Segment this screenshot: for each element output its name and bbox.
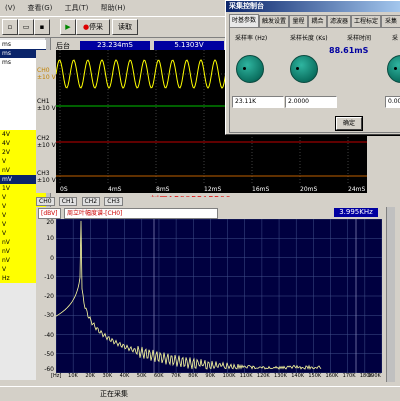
sample-time-value: 88.61mS — [329, 46, 368, 55]
tab-ch2[interactable]: CH2 — [82, 197, 101, 206]
spectrum-header: [dBV] 周立叶幅度谱-[CH0] 3.995KHz — [36, 207, 382, 219]
right-scrollbar[interactable] — [386, 207, 395, 382]
menu-item-tools[interactable]: 工具(T) — [60, 0, 94, 13]
ok-button[interactable]: 确定 — [336, 117, 362, 130]
channel-tabs: CH0 CH1 CH2 CH3 — [36, 197, 366, 206]
tab-filter[interactable]: 滤波器 — [327, 15, 351, 27]
ch3-range: ±10 V — [37, 177, 56, 184]
spectrum-x-tick: [Hz] — [51, 373, 61, 379]
spectrum-x-tick: 100K — [223, 373, 236, 379]
spectrum-y-tick: 10 — [46, 235, 54, 242]
scope-x-tick: 16mS — [252, 186, 269, 193]
new-icon[interactable]: ▫ — [2, 19, 18, 35]
stop-label: 停采 — [89, 23, 103, 31]
save-icon[interactable]: ▪ — [34, 19, 50, 35]
menu-item-help[interactable]: 帮助(H) — [96, 0, 131, 13]
sample-rate-knob[interactable] — [236, 55, 264, 83]
acquisition-control-dialog[interactable]: 采集控制台 时基参数 触发设置 量程 耦合 滤波器 工程标定 采集 采样率 (H… — [225, 0, 400, 135]
spectrum-x-tick: 40K — [120, 373, 130, 379]
read-button[interactable]: 读取 — [112, 19, 138, 35]
dialog-title: 采集控制台 — [226, 1, 400, 12]
spectrum-y-tick: -10 — [44, 274, 54, 281]
scope-x-tick: 12mS — [204, 186, 221, 193]
tab-calibration[interactable]: 工程标定 — [351, 15, 381, 27]
status-bar: 正在采集 — [0, 386, 400, 401]
open-icon[interactable]: ▭ — [18, 19, 34, 35]
spectrum-y-tick: 20 — [46, 219, 54, 226]
channel-labels: CH0 ±10 V CH1 ±10 V CH2 ±10 V CH3 ±10 V — [36, 50, 56, 193]
sample-rate-label: 采样率 (Hz) — [235, 33, 267, 42]
stop-button[interactable]: ●停采 — [76, 19, 110, 35]
spectrum-x-tick: 160K — [326, 373, 339, 379]
status-text: 正在采集 — [100, 389, 128, 399]
sample-rate-input[interactable]: 23.11K — [232, 96, 284, 108]
dialog-body: 采样率 (Hz) 采样长度 (Ks) 采样时间 采 88.61mS 23.11K… — [229, 27, 400, 133]
spectrum-y-tick: -20 — [44, 293, 54, 300]
ch1-name: CH1 — [37, 98, 50, 105]
spectrum-x-tick: 130K — [274, 373, 287, 379]
spectrum-y-axis: 20 10 0 -10 -20 -30 -40 -50 -60 — [36, 219, 56, 373]
tab-coupling[interactable]: 耦合 — [308, 15, 327, 27]
ch3-name: CH3 — [37, 170, 50, 177]
tab-acquisition[interactable]: 采集 — [381, 15, 400, 27]
spectrum-x-tick: 150K — [308, 373, 321, 379]
spectrum-x-tick: 140K — [291, 373, 304, 379]
tab-ch0[interactable]: CH0 — [36, 197, 55, 206]
spectrum-y-tick: -40 — [44, 332, 54, 339]
menu-item-view-v[interactable]: (V) — [0, 1, 20, 12]
tab-timebase[interactable]: 时基参数 — [229, 14, 259, 27]
spectrum-x-tick: 190K — [368, 373, 381, 379]
spectrum-y-tick: -60 — [44, 366, 54, 373]
scope-x-tick: 24mS — [348, 186, 365, 193]
time-readout: 23.234mS — [80, 41, 150, 50]
frequency-readout: 3.995KHz — [334, 208, 378, 217]
start-icon[interactable]: ▶ — [60, 19, 76, 35]
extra-knob[interactable] — [387, 55, 400, 83]
spectrum-x-tick: 20K — [85, 373, 95, 379]
extra-label: 采 — [392, 33, 398, 42]
spectrum-x-axis: [Hz] 10K 20K 30K 40K 50K 60K 70K 80K 90K 100K 110K 1… — [36, 373, 382, 382]
spectrum-display[interactable] — [56, 219, 382, 373]
tab-range[interactable]: 量程 — [289, 15, 308, 27]
spectrum-x-tick: 170K — [343, 373, 356, 379]
amplitude-readout: 5.1303V — [154, 41, 224, 50]
spectrum-x-tick: 110K — [240, 373, 253, 379]
ch0-name: CH0 — [37, 67, 50, 74]
ch1-range: ±10 V — [37, 105, 56, 112]
scope-x-tick: 0S — [60, 186, 68, 193]
sample-length-knob[interactable] — [290, 55, 318, 83]
spectrum-x-tick: 90K — [205, 373, 215, 379]
sample-length-input[interactable]: 2.0000 — [285, 96, 337, 108]
menu-item-view[interactable]: 查看(G) — [23, 0, 58, 13]
spectrum-unit: [dBV] — [38, 208, 61, 219]
scope-x-tick: 4mS — [108, 186, 122, 193]
spectrum-x-tick: 30K — [102, 373, 112, 379]
spectrum-title: 周立叶幅度谱-[CH0] — [64, 208, 218, 219]
ch0-range: ±10 V — [37, 74, 56, 81]
sample-time-label: 采样时间 — [347, 33, 371, 42]
spectrum-x-tick: 80K — [188, 373, 198, 379]
ch2-name: CH2 — [37, 135, 50, 142]
spectrum-x-tick: 50K — [137, 373, 147, 379]
spectrum-y-tick: -30 — [44, 312, 54, 319]
spectrum-x-tick: 70K — [171, 373, 181, 379]
scope-x-tick: 8mS — [156, 186, 170, 193]
spectrum-x-tick: 60K — [154, 373, 164, 379]
parameter-row[interactable]: ms — [0, 40, 46, 49]
spectrum-y-tick: 0 — [50, 255, 54, 262]
spectrum-x-tick: 120K — [257, 373, 270, 379]
extra-input[interactable]: 0.000 — [385, 96, 400, 108]
tab-ch1[interactable]: CH1 — [59, 197, 78, 206]
tab-ch3[interactable]: CH3 — [104, 197, 123, 206]
spectrum-y-tick: -50 — [44, 351, 54, 358]
dialog-tabs: 时基参数 触发设置 量程 耦合 滤波器 工程标定 采集 — [229, 15, 400, 27]
scope-x-tick: 20mS — [300, 186, 317, 193]
spectrum-x-tick: 10K — [68, 373, 78, 379]
ch2-range: ±10 V — [37, 142, 56, 149]
sample-length-label: 采样长度 (Ks) — [290, 33, 328, 42]
tab-trigger[interactable]: 触发设置 — [259, 15, 289, 27]
